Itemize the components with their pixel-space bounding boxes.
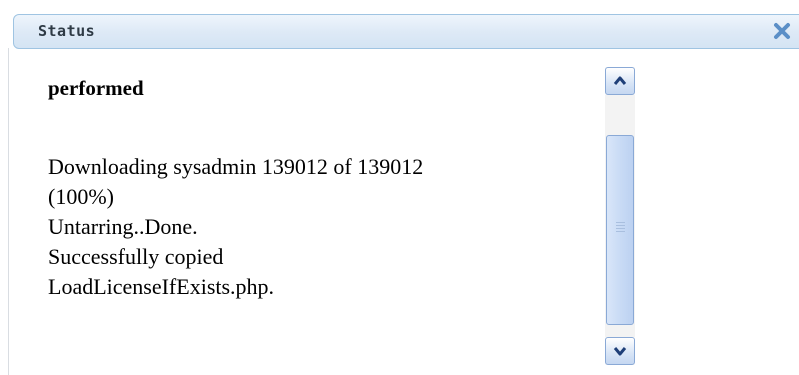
chevron-down-icon <box>613 347 627 356</box>
log-line: Successfully copied <box>48 244 224 269</box>
close-button[interactable] <box>771 20 793 42</box>
chevron-up-icon <box>613 76 627 85</box>
log-line: LoadLicenseIfExists.php. <box>48 274 275 299</box>
grip-icon <box>616 222 625 234</box>
status-heading: performed <box>48 76 144 100</box>
log-line: Untarring..Done. <box>48 214 198 239</box>
log-line: Downloading sysadmin 139012 of 139012 <box>48 154 424 179</box>
status-log: Downloading sysadmin 139012 of 139012 (1… <box>48 152 588 302</box>
scroll-up-button[interactable] <box>605 67 635 95</box>
log-line: (100%) <box>48 184 114 209</box>
dialog-titlebar[interactable]: Status <box>13 14 799 49</box>
status-dialog: Status performed Downloading sysadmin 13… <box>0 0 799 375</box>
close-x-icon <box>774 23 790 39</box>
scroll-down-button[interactable] <box>605 337 635 365</box>
dialog-title: Status <box>38 22 96 40</box>
scroll-thumb[interactable] <box>606 135 634 325</box>
vertical-scrollbar[interactable] <box>605 67 635 365</box>
